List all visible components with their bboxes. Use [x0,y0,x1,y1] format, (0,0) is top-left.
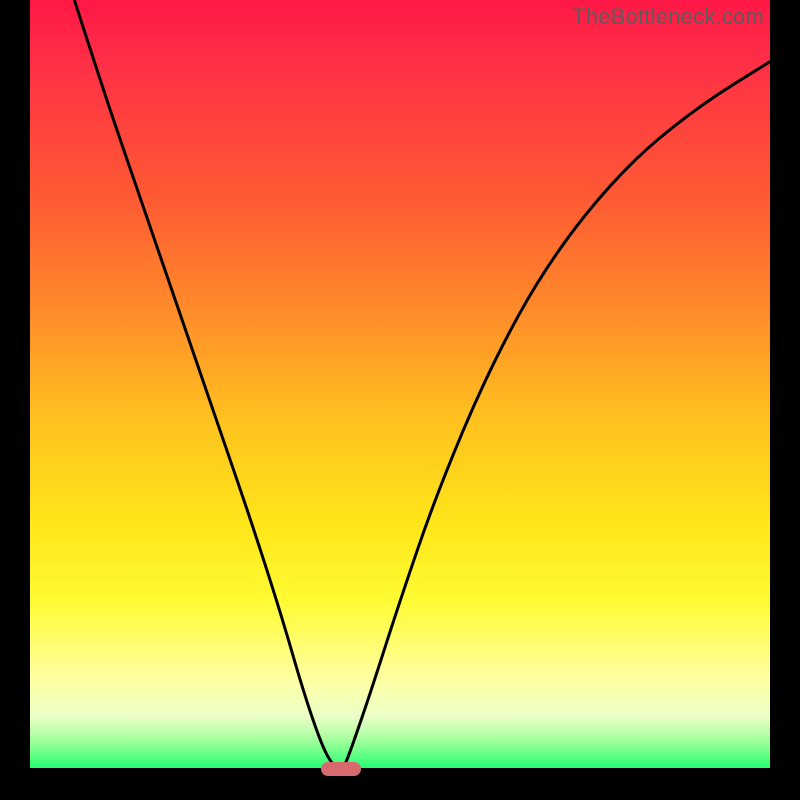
plot-area: TheBottleneck.com [30,0,770,770]
optimal-marker [321,762,361,776]
bottleneck-curve [30,0,770,770]
chart-frame: TheBottleneck.com [0,0,800,800]
axis-baseline [30,768,770,770]
